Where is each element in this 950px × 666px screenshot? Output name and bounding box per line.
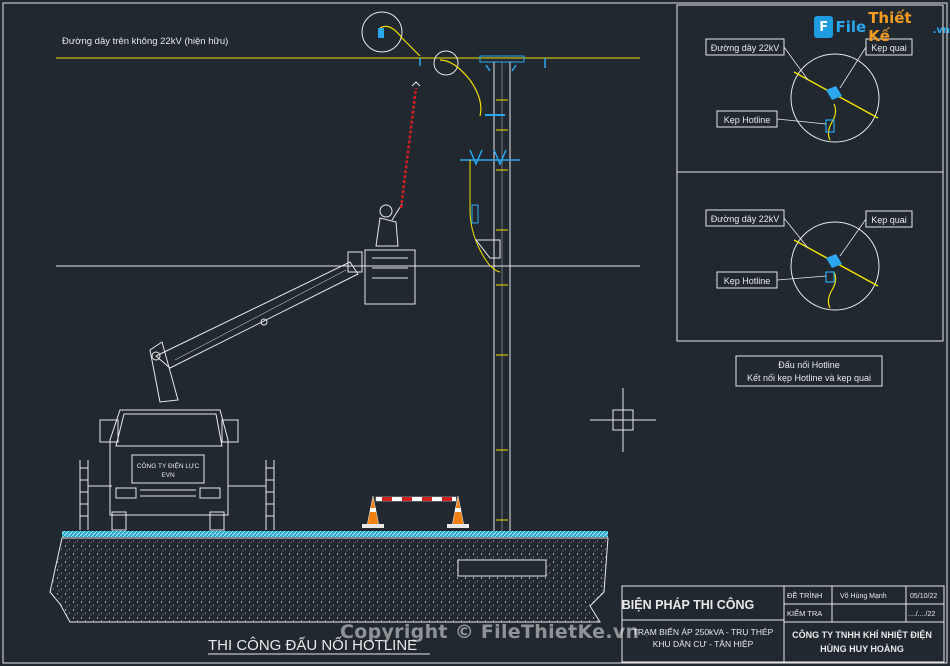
road-surface <box>62 531 608 537</box>
row2-label: KIỂM TRA <box>787 609 822 618</box>
logo-text-1: File <box>835 18 867 36</box>
note-line-2: Kết nối kẹp Hotline và kẹp quai <box>747 373 871 383</box>
copyright-watermark: Copyright © FileThietKe.vn <box>340 621 640 643</box>
steel-pole <box>404 55 546 623</box>
pole-footing <box>457 559 547 577</box>
row1-date: 05/10/22 <box>910 593 937 600</box>
project-line-2: KHU DÂN CƯ - TÂN HIỆP <box>653 639 754 649</box>
site-logo[interactable]: F File Thiết Kế .vn <box>814 9 950 45</box>
barrier-bar <box>375 496 457 502</box>
note-line-1: Đấu nối Hotline <box>778 360 840 370</box>
detail-top-line-label: Đường dây 22kV <box>711 43 779 53</box>
note-box: Đấu nối Hotline Kết nối kẹp Hotline và k… <box>735 355 883 387</box>
logo-mark-icon: F <box>814 16 834 38</box>
boom-truck <box>79 249 416 531</box>
line-label: Đường dây trên không 22kV (hiện hữu) <box>62 36 228 47</box>
truck-company-text: CÔNG TY ĐIỆN LỰC <box>137 461 200 470</box>
hot-stick <box>399 87 418 209</box>
jumper-wire <box>439 59 482 117</box>
detail-bottom: Đường dây 22kV Kẹp quai Kẹp Hotline <box>705 209 913 311</box>
method-title: BIỆN PHÁP THI CÔNG <box>622 597 754 612</box>
lineman <box>375 203 403 247</box>
ground <box>49 537 609 623</box>
crosshair-symbol <box>590 388 656 452</box>
row2-date: ..../..../22 <box>908 611 935 618</box>
logo-text-2: Thiết Kế <box>868 9 912 45</box>
detail-bottom-hotline-label: Kẹp Hotline <box>724 276 771 286</box>
detail-bottom-line-label: Đường dây 22kV <box>711 214 779 224</box>
detail-top: Đường dây 22kV Kẹp quai Kẹp Hotline <box>705 38 913 143</box>
logo-tld: .vn <box>932 25 950 36</box>
project-line-1: TRẠM BIẾN ÁP 250kVA - TRỤ THÉP <box>633 627 774 637</box>
row1-label: ĐỀ TRÌNH <box>787 590 822 600</box>
company-line-1: CÔNG TY TNHH KHÍ NHIỆT ĐIỆN <box>792 629 932 640</box>
detail-bottom-clamp-label: Kẹp quai <box>871 215 907 225</box>
truck-brand-text: EVN <box>161 472 175 479</box>
detail-top-hotline-label: Kẹp Hotline <box>724 115 771 125</box>
callout-circle-2 <box>433 50 459 76</box>
row1-name: Võ Hùng Mạnh <box>840 593 887 600</box>
drawing-canvas: Đường dây trên không 22kV (hiện hữu) CÔN… <box>2 2 948 664</box>
company-line-2: HÙNG HUY HOÀNG <box>820 643 904 654</box>
